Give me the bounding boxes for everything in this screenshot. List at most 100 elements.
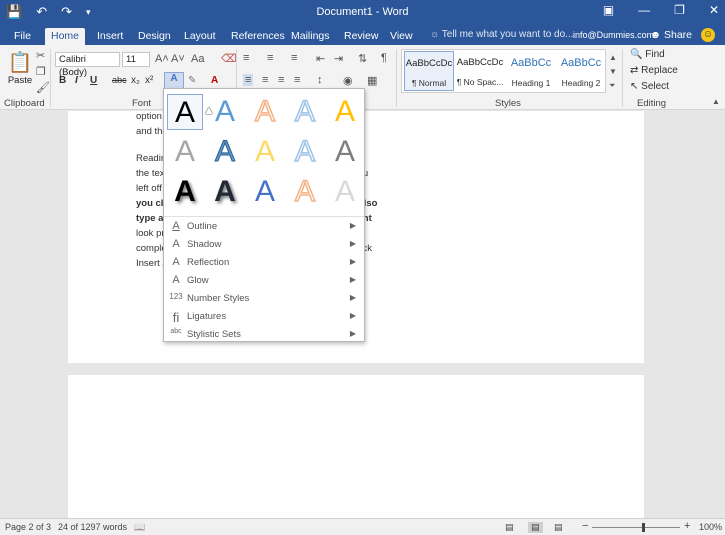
- font-size-box[interactable]: 11: [122, 52, 150, 67]
- justify-icon[interactable]: ≡: [294, 74, 300, 86]
- text-effect-option[interactable]: A: [327, 174, 363, 210]
- shading-icon[interactable]: ◉: [343, 74, 353, 87]
- strikethrough-button[interactable]: abc: [112, 75, 127, 85]
- tab-layout[interactable]: Layout: [178, 28, 222, 45]
- ribbon-display-icon[interactable]: ▣: [603, 3, 614, 17]
- borders-icon[interactable]: ▦: [367, 74, 377, 87]
- text-effect-option[interactable]: A: [167, 174, 203, 210]
- collapse-ribbon-icon[interactable]: ▲: [712, 97, 720, 106]
- text-effect-option[interactable]: A: [207, 174, 243, 210]
- align-right-icon[interactable]: ≡: [278, 74, 284, 86]
- format-painter-icon[interactable]: 🖌: [36, 81, 50, 94]
- shrink-font-button[interactable]: A˅: [171, 53, 185, 65]
- page-count[interactable]: Page 2 of 3: [5, 522, 51, 532]
- find-button[interactable]: 🔍 Find: [630, 49, 665, 60]
- tab-review[interactable]: Review: [338, 28, 384, 45]
- tab-file[interactable]: File: [8, 28, 37, 45]
- cut-icon[interactable]: ✂: [36, 49, 45, 62]
- clear-formatting-icon[interactable]: ⌫: [221, 52, 237, 65]
- bullets-icon[interactable]: ≡: [243, 52, 249, 64]
- text-effect-option[interactable]: A: [287, 134, 323, 170]
- print-layout-icon[interactable]: ▤: [528, 522, 543, 533]
- account-email[interactable]: info@Dummies.com: [573, 30, 654, 40]
- text-effect-option[interactable]: A: [327, 94, 363, 130]
- text-effect-option[interactable]: A: [287, 174, 323, 210]
- style-heading-1[interactable]: AaBbCc Heading 1: [506, 51, 556, 91]
- restore-button[interactable]: ❐: [674, 3, 685, 17]
- menu-item-outline[interactable]: A Outline ▶: [164, 218, 364, 236]
- menu-item-glow[interactable]: A Glow ▶: [164, 272, 364, 290]
- multilevel-list-icon[interactable]: ≡: [291, 52, 297, 64]
- style-normal[interactable]: AaBbCcDc ¶ Normal: [404, 51, 454, 91]
- style-no-spacing[interactable]: AaBbCcDc ¶ No Spac...: [455, 51, 505, 91]
- tab-insert[interactable]: Insert: [91, 28, 129, 45]
- text-effect-option[interactable]: A: [287, 94, 323, 130]
- close-button[interactable]: ✕: [709, 3, 719, 17]
- increase-indent-icon[interactable]: ⇥: [334, 52, 343, 65]
- tab-design[interactable]: Design: [132, 28, 177, 45]
- align-left-icon[interactable]: ≡: [243, 74, 254, 86]
- text-effect-option[interactable]: A: [247, 174, 283, 210]
- tell-me-box[interactable]: ☼ Tell me what you want to do...: [430, 29, 574, 40]
- superscript-button[interactable]: x²: [145, 75, 153, 86]
- tab-references[interactable]: References: [225, 28, 291, 45]
- text-effect-option[interactable]: A: [327, 134, 363, 170]
- change-case-button[interactable]: Aa: [191, 53, 204, 65]
- web-layout-icon[interactable]: ▤: [554, 522, 563, 533]
- tab-view[interactable]: View: [384, 28, 419, 45]
- text-effect-option[interactable]: A: [247, 134, 283, 170]
- menu-item-reflection[interactable]: A Reflection ▶: [164, 254, 364, 272]
- zoom-out-button[interactable]: −: [582, 520, 588, 532]
- zoom-slider[interactable]: [592, 527, 680, 528]
- grow-font-button[interactable]: A˄: [155, 53, 169, 65]
- text-effect-option[interactable]: A: [207, 134, 243, 170]
- style-heading-2[interactable]: AaBbCc Heading 2: [556, 51, 606, 91]
- font-color-icon[interactable]: A: [211, 75, 218, 86]
- italic-button[interactable]: I: [75, 75, 78, 86]
- bold-button[interactable]: B: [59, 75, 66, 86]
- minimize-button[interactable]: —: [638, 3, 650, 17]
- read-mode-icon[interactable]: ▤: [505, 522, 514, 533]
- zoom-level[interactable]: 100%: [699, 522, 722, 532]
- menu-item-stylistic-sets[interactable]: abc Stylistic Sets ▶: [164, 326, 364, 344]
- line-spacing-icon[interactable]: ↕: [317, 74, 323, 86]
- menu-item-label: Reflection: [187, 257, 230, 268]
- copy-icon[interactable]: ❐: [36, 65, 46, 78]
- sort-icon[interactable]: ⇅: [358, 52, 367, 65]
- highlight-icon[interactable]: ✎: [188, 75, 196, 86]
- text-effect-option[interactable]: A: [247, 94, 283, 130]
- numbering-icon[interactable]: ≡: [267, 52, 273, 64]
- menu-item-number-styles[interactable]: 123 Number Styles ▶: [164, 290, 364, 308]
- word-count[interactable]: 24 of 1297 words: [58, 522, 127, 532]
- zoom-in-button[interactable]: +: [684, 520, 690, 532]
- text-effect-option[interactable]: A: [167, 94, 203, 130]
- align-center-icon[interactable]: ≡: [262, 74, 268, 86]
- styles-scroll-down-icon[interactable]: ▼: [609, 67, 617, 76]
- submenu-arrow-icon: ▶: [349, 311, 356, 320]
- styles-scroll-up-icon[interactable]: ▲: [609, 53, 617, 62]
- text-effect-option[interactable]: A: [167, 134, 203, 170]
- style-preview: AaBbCc: [510, 57, 552, 69]
- styles-group-label: Styles: [495, 98, 521, 109]
- zoom-slider-thumb[interactable]: [642, 523, 645, 532]
- feedback-smiley-icon[interactable]: ☺: [701, 28, 715, 42]
- tab-mailings[interactable]: Mailings: [285, 28, 336, 45]
- font-name-box[interactable]: Calibri (Body): [55, 52, 120, 78]
- pilcrow-icon[interactable]: ¶: [381, 52, 387, 64]
- number-styles-icon: 123: [169, 292, 183, 301]
- select-button[interactable]: ↖ Select: [630, 81, 669, 92]
- proofing-icon[interactable]: 📖: [134, 522, 145, 533]
- tab-home[interactable]: Home: [45, 28, 86, 45]
- menu-item-ligatures[interactable]: fi Ligatures ▶: [164, 308, 364, 326]
- underline-button[interactable]: U: [90, 75, 97, 86]
- text-effects-gallery: AAAAAAAAAAAAAAA: [164, 89, 364, 217]
- decrease-indent-icon[interactable]: ⇤: [316, 52, 325, 65]
- styles-more-icon[interactable]: ⏷: [609, 81, 615, 91]
- subscript-button[interactable]: x₂: [131, 75, 140, 86]
- replace-button[interactable]: ⇄ Replace: [630, 65, 678, 76]
- share-button[interactable]: ☻ Share: [650, 29, 692, 41]
- document-page[interactable]: [68, 375, 644, 518]
- clipboard-group-label: Clipboard: [4, 98, 45, 109]
- paste-button[interactable]: 📋 Paste: [6, 50, 34, 86]
- menu-item-shadow[interactable]: A Shadow ▶: [164, 236, 364, 254]
